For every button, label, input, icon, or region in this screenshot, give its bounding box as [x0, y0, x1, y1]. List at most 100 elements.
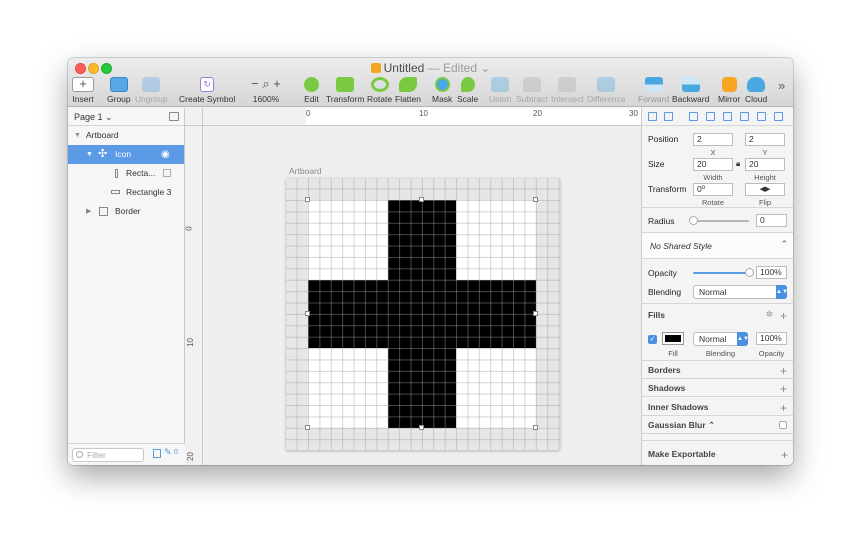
lock-icon[interactable]: 🔒︎ [736, 159, 740, 169]
difference-button[interactable]: Difference [587, 77, 626, 104]
fill-blend-select[interactable]: Normal ▲▼ [693, 332, 749, 346]
make-exportable-header: Make Exportable [648, 449, 716, 459]
rotate-field[interactable]: 0º [693, 183, 733, 196]
transform-icon [336, 77, 355, 92]
resize-handle[interactable] [533, 311, 538, 316]
zoom-out-button[interactable]: − [251, 76, 259, 91]
layer-rectangle-3[interactable]: Rectangle 3 [68, 183, 184, 202]
insert-button[interactable]: + Insert [72, 77, 94, 104]
add-export-button[interactable]: + [781, 449, 788, 461]
ungroup-button[interactable]: Ungroup [135, 77, 168, 104]
transform-button[interactable]: Transform [326, 77, 364, 104]
rectangle-layer-icon [99, 207, 108, 216]
flip-buttons[interactable]: ◀▶ [745, 183, 785, 196]
align-bottom-icon[interactable] [774, 112, 783, 121]
scale-icon [460, 77, 475, 92]
radius-slider-knob[interactable] [689, 216, 698, 225]
group-button[interactable]: Group [107, 77, 131, 104]
page-selector[interactable]: Page 1 ⌄ [68, 108, 184, 126]
mask-layer-icon [163, 169, 171, 177]
horizontal-ruler[interactable]: 0 10 20 30 [203, 108, 651, 126]
sketch-window: Untitled — Edited ⌄ + Insert Group Ungro… [68, 58, 793, 465]
position-y-field[interactable]: 2 [745, 133, 785, 146]
radius-field[interactable]: 0 [756, 214, 787, 227]
opacity-field[interactable]: 100% [756, 266, 787, 279]
align-top-icon[interactable] [740, 112, 749, 121]
opacity-slider[interactable] [693, 272, 749, 274]
gear-icon[interactable]: ✲ [765, 309, 773, 320]
zoom-in-button[interactable]: + [273, 76, 281, 91]
shared-style-selector[interactable]: No Shared Style ⌃ [642, 233, 793, 258]
resize-handle[interactable] [305, 197, 310, 202]
resize-handle[interactable] [419, 425, 424, 430]
toolbar-overflow-button[interactable]: » [778, 78, 785, 93]
height-field[interactable]: 20 [745, 158, 785, 171]
pages-toggle-icon[interactable] [169, 112, 179, 121]
disclosure-down-icon[interactable]: ▼ [74, 126, 81, 145]
intersect-button[interactable]: Intersect [551, 77, 584, 104]
resize-handle[interactable] [419, 197, 424, 202]
symbol-icon: ↻ [200, 77, 215, 92]
canvas[interactable]: Artboard [204, 126, 641, 465]
add-border-button[interactable]: + [780, 365, 787, 377]
pencil-icon[interactable]: ✎ [164, 447, 172, 458]
artboard-title[interactable]: Artboard [289, 166, 322, 176]
rotate-button[interactable]: Rotate [367, 77, 392, 104]
gaussian-blur-checkbox[interactable] [779, 421, 787, 429]
edit-button[interactable]: Edit [304, 77, 319, 104]
add-fill-button[interactable]: + [780, 310, 787, 322]
eye-icon[interactable]: ◉ [161, 145, 170, 164]
flatten-icon [399, 77, 417, 92]
vertical-ruler[interactable]: 0 10 20 [185, 126, 203, 465]
disclosure-down-icon[interactable]: ▼ [86, 145, 93, 164]
layer-icon-group[interactable]: ▼ ✣ Icon ◉ [68, 145, 184, 164]
toolbar: Untitled — Edited ⌄ + Insert Group Ungro… [68, 58, 793, 107]
fill-opacity-field[interactable]: 100% [756, 332, 787, 345]
layer-artboard[interactable]: ▼ Artboard [68, 126, 184, 145]
copy-icon[interactable] [153, 449, 161, 458]
create-symbol-button[interactable]: ↻ Create Symbol [179, 77, 235, 104]
mask-icon [434, 77, 450, 92]
resize-handle[interactable] [305, 425, 310, 430]
zoom-control[interactable]: − ⌕ + 1600% [246, 76, 286, 105]
fill-color-well[interactable] [662, 332, 684, 345]
width-field[interactable]: 20 [693, 158, 733, 171]
zoom-icon: − ⌕ + [251, 76, 281, 91]
cloud-icon [747, 77, 766, 92]
forward-button[interactable]: Forward [638, 77, 669, 104]
disclosure-right-icon[interactable]: ▶ [86, 202, 91, 221]
fill-color-swatch [665, 335, 681, 342]
blending-select[interactable]: Normal ▲▼ [693, 285, 788, 299]
resize-handle[interactable] [305, 311, 310, 316]
artboard[interactable] [286, 178, 560, 450]
position-x-field[interactable]: 2 [693, 133, 733, 146]
align-right-icon[interactable] [723, 112, 732, 121]
gaussian-blur-header[interactable]: Gaussian Blur ⌃ [648, 420, 715, 431]
flatten-button[interactable]: Flatten [395, 77, 421, 104]
union-button[interactable]: Union [489, 77, 511, 104]
distribute-horizontal-icon[interactable] [648, 112, 657, 121]
resize-handle[interactable] [533, 197, 538, 202]
radius-slider[interactable] [693, 220, 749, 222]
scale-button[interactable]: Scale [457, 77, 478, 104]
align-middle-icon[interactable] [757, 112, 766, 121]
add-inner-shadow-button[interactable]: + [780, 402, 787, 414]
layer-border[interactable]: ▶ Border [68, 202, 184, 221]
forward-icon [644, 77, 663, 92]
layer-rectangle[interactable]: Recta... [68, 164, 184, 183]
backward-button[interactable]: Backward [672, 77, 709, 104]
align-left-icon[interactable] [689, 112, 698, 121]
cloud-button[interactable]: Cloud [745, 77, 767, 104]
symbol-layer-icon: ✣ [98, 148, 108, 160]
resize-handle[interactable] [533, 425, 538, 430]
mask-button[interactable]: Mask [432, 77, 452, 104]
distribute-vertical-icon[interactable] [664, 112, 673, 121]
add-shadow-button[interactable]: + [780, 383, 787, 395]
opacity-slider-knob[interactable] [745, 268, 754, 277]
transform-label: Transform [648, 184, 687, 194]
mirror-button[interactable]: Mirror [718, 77, 740, 104]
align-center-icon[interactable] [706, 112, 715, 121]
filter-input[interactable]: Filter [72, 448, 144, 462]
subtract-button[interactable]: Subtract [516, 77, 548, 104]
fill-enabled-checkbox[interactable]: ✓ [648, 335, 657, 344]
